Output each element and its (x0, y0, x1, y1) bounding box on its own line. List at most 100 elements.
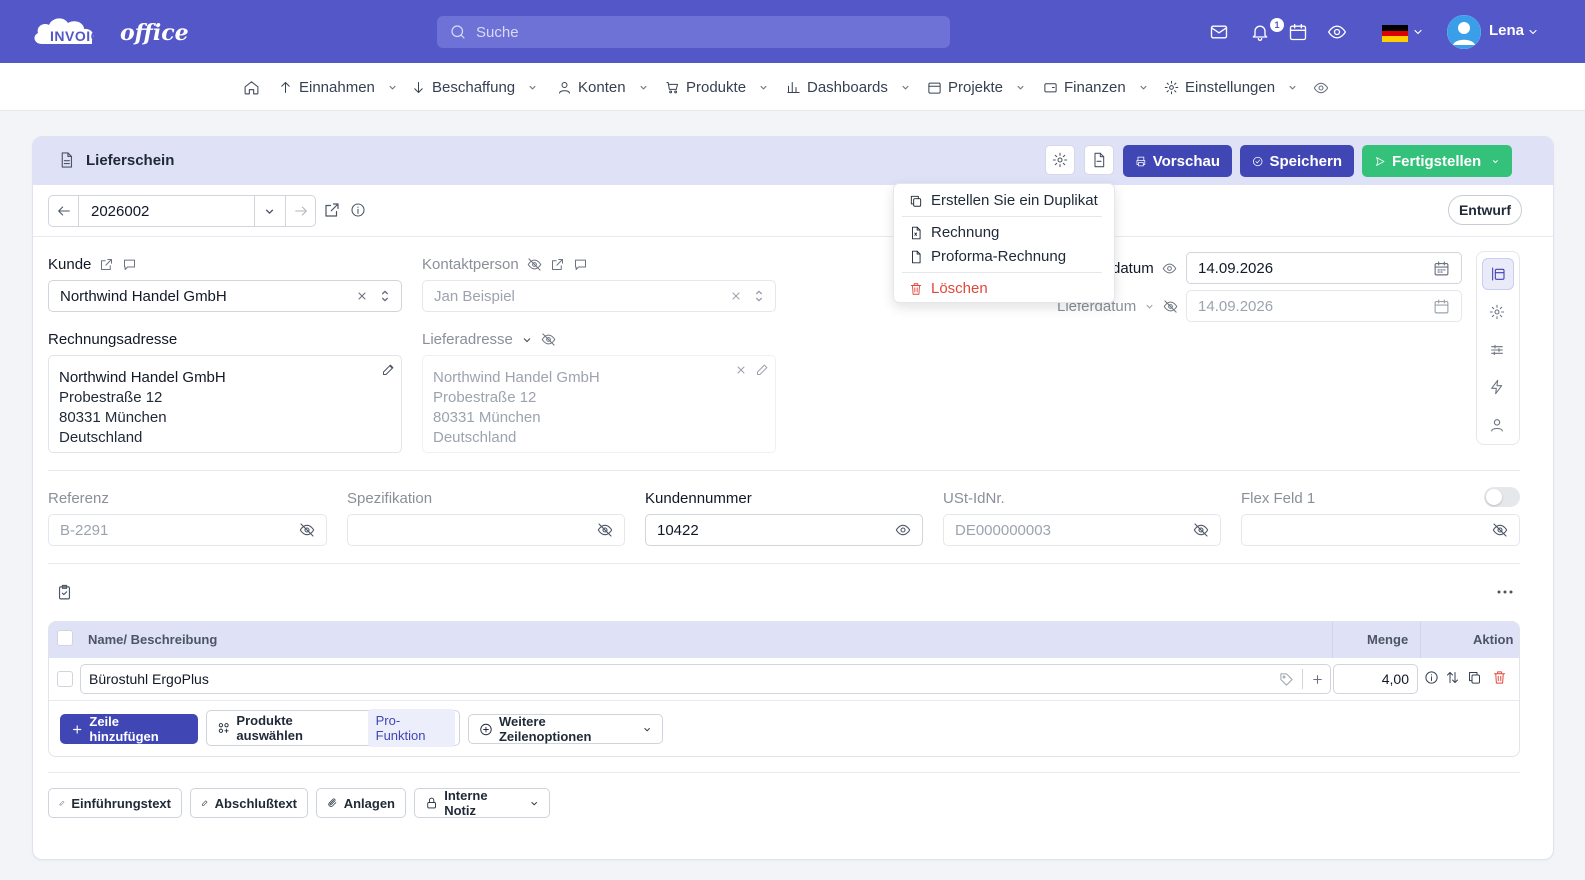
clipboard-icon[interactable] (56, 584, 73, 601)
table-row-qty-input[interactable]: 4,00 (1333, 664, 1418, 694)
search-input[interactable]: Suche (437, 16, 950, 48)
lieferadresse-box[interactable]: Northwind Handel GmbH Probestraße 12 803… (422, 355, 776, 453)
nav-beschaffung[interactable]: Beschaffung (411, 79, 538, 96)
more-options-icon[interactable] (1497, 590, 1513, 594)
eye-off-icon[interactable] (1163, 299, 1178, 314)
attachments-button[interactable]: Anlagen (316, 788, 406, 818)
row-delete-icon[interactable] (1492, 670, 1507, 685)
intro-text-button[interactable]: Einführungstext (48, 788, 182, 818)
preview-button[interactable]: Vorschau (1123, 145, 1232, 177)
menu-item-invoice[interactable]: Rechnung (909, 224, 999, 241)
internal-note-label: Interne Notiz (444, 788, 488, 818)
side-automation-button[interactable] (1489, 379, 1505, 395)
lieferdatum-input[interactable]: 14.09.2026 (1186, 290, 1462, 322)
referenz-input[interactable]: B-2291 (48, 514, 327, 546)
comment-icon[interactable] (573, 257, 588, 272)
eye-off-icon[interactable] (541, 332, 556, 347)
menu-item-delete[interactable]: Löschen (909, 280, 988, 297)
chevron-down-icon[interactable] (521, 334, 533, 346)
kunde-select[interactable]: Northwind Handel GmbH (48, 280, 402, 312)
ustid-input[interactable]: DE000000003 (943, 514, 1221, 546)
edit-external-icon[interactable] (550, 257, 565, 272)
eye-off-icon[interactable] (1492, 522, 1508, 538)
edit-address-icon[interactable] (755, 362, 770, 377)
external-link-icon[interactable] (323, 201, 341, 219)
info-icon[interactable] (350, 202, 366, 218)
calendar-icon[interactable] (1288, 22, 1308, 42)
plus-icon[interactable] (1311, 673, 1324, 686)
avatar[interactable] (1447, 15, 1481, 49)
calendar-icon[interactable] (1433, 260, 1450, 277)
document-actions-button[interactable] (1084, 145, 1114, 175)
flex-input[interactable] (1241, 514, 1520, 546)
eye-off-icon[interactable] (299, 522, 315, 538)
column-qty: Menge (1367, 632, 1409, 647)
eye-icon[interactable] (895, 522, 911, 538)
settings-button[interactable] (1045, 145, 1075, 175)
datum-input[interactable]: 14.09.2026 (1186, 252, 1462, 284)
user-chevron-down-icon[interactable] (1527, 26, 1539, 38)
nav-projekte[interactable]: Projekte (927, 79, 1026, 96)
row-info-icon[interactable] (1424, 670, 1439, 685)
lock-icon (427, 797, 436, 809)
app-logo[interactable]: INVOICE office (32, 14, 189, 50)
nav-dashboards[interactable]: Dashboards (786, 79, 911, 96)
row-checkbox[interactable] (57, 671, 73, 687)
previous-document-button[interactable] (49, 196, 79, 226)
german-flag-icon[interactable] (1382, 25, 1408, 42)
select-products-button[interactable]: Produkte auswählen Pro-Funktion (206, 709, 460, 747)
menu-item-proforma[interactable]: Proforma-Rechnung (909, 248, 1066, 265)
menu-item-label: Proforma-Rechnung (931, 248, 1067, 265)
edit-address-icon[interactable] (381, 362, 396, 377)
nav-einnahmen[interactable]: Einnahmen (278, 79, 398, 96)
kundennummer-input[interactable]: 10422 (645, 514, 923, 546)
save-button[interactable]: Speichern (1240, 145, 1354, 177)
nav-finanzen[interactable]: Finanzen (1043, 79, 1149, 96)
chevron-down-icon[interactable] (1144, 301, 1155, 312)
select-all-checkbox[interactable] (57, 630, 73, 646)
internal-note-button[interactable]: Interne Notiz (414, 788, 550, 818)
bell-icon[interactable] (1250, 22, 1270, 42)
user-name[interactable]: Lena (1489, 22, 1524, 39)
finish-button[interactable]: Fertigstellen (1362, 145, 1512, 177)
more-line-options-button[interactable]: Weitere Zeilenoptionen (468, 714, 663, 744)
nav-einstellungen[interactable]: Einstellungen (1164, 79, 1298, 96)
spezifikation-input[interactable] (347, 514, 625, 546)
comment-icon[interactable] (122, 257, 137, 272)
home-icon[interactable] (243, 79, 260, 96)
row-copy-icon[interactable] (1467, 670, 1482, 685)
row-reorder-icon[interactable] (1445, 670, 1460, 685)
doc-number-dropdown[interactable] (254, 196, 284, 226)
side-settings-button[interactable] (1489, 304, 1505, 320)
language-chevron-down-icon[interactable] (1412, 26, 1424, 38)
eye-off-icon[interactable] (597, 522, 613, 538)
eye-off-icon[interactable] (1193, 522, 1209, 538)
file-icon (912, 250, 921, 263)
clear-icon[interactable] (356, 290, 368, 302)
next-document-button[interactable] (285, 196, 315, 226)
add-row-button[interactable]: Zeile hinzufügen (60, 714, 198, 744)
tag-icon[interactable] (1279, 672, 1294, 687)
address-line: Northwind Handel GmbH (59, 369, 226, 386)
side-user-button[interactable] (1489, 417, 1505, 433)
edit-external-icon[interactable] (99, 257, 114, 272)
nav-eye-icon[interactable] (1313, 80, 1329, 96)
mail-icon[interactable] (1209, 22, 1229, 42)
doc-number-input[interactable]: 2026002 (91, 203, 149, 220)
rechnungsadresse-box[interactable]: Northwind Handel GmbH Probestraße 12 803… (48, 355, 402, 453)
nav-konten[interactable]: Konten (557, 79, 649, 96)
clear-icon[interactable] (730, 290, 742, 302)
menu-item-duplicate[interactable]: Erstellen Sie ein Duplikat (909, 192, 1098, 209)
side-filter-button[interactable] (1489, 342, 1505, 358)
side-calendar-button[interactable] (1482, 258, 1514, 290)
calendar-icon[interactable] (1433, 298, 1450, 315)
eye-icon[interactable] (1162, 261, 1177, 276)
flex-toggle[interactable] (1484, 487, 1520, 507)
eye-icon[interactable] (1327, 22, 1347, 42)
nav-produkte[interactable]: Produkte (665, 79, 769, 96)
table-row-name-input[interactable]: Bürostuhl ErgoPlus (80, 664, 1331, 694)
kontakt-select[interactable]: Jan Beispiel (422, 280, 776, 312)
eye-off-icon[interactable] (527, 257, 542, 272)
clear-address-icon[interactable] (735, 364, 747, 376)
closing-text-button[interactable]: Abschlußtext (190, 788, 308, 818)
